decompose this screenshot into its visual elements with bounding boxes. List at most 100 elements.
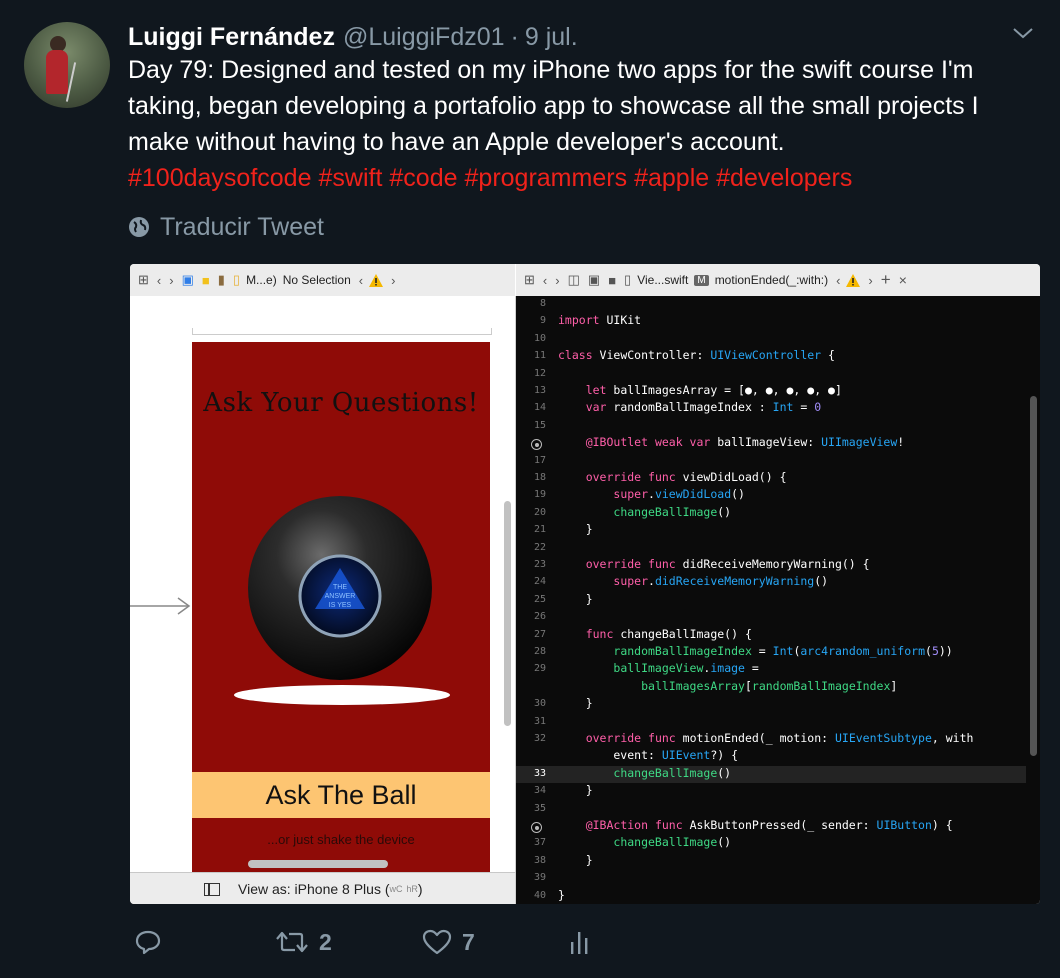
- horizontal-scrollbar[interactable]: [248, 860, 388, 868]
- folder-icon: ■: [608, 272, 617, 288]
- code-line[interactable]: changeBallImage(): [558, 766, 731, 780]
- code-line[interactable]: ballImagesArray[randomBallImageIndex]: [558, 679, 897, 693]
- retweet-button[interactable]: 2: [275, 922, 332, 962]
- line-number: 38: [533, 854, 546, 866]
- code-line[interactable]: }: [558, 783, 593, 797]
- ask-the-ball-button[interactable]: Ask The Ball: [192, 772, 490, 818]
- code-line[interactable]: @IBOutlet weak var ballImageView: UIImag…: [558, 435, 905, 449]
- prev-issue-icon[interactable]: ‹: [836, 273, 840, 288]
- code-line[interactable]: let ballImagesArray = [●, ●, ●, ●, ●]: [558, 383, 842, 397]
- hashtag[interactable]: #code: [389, 164, 457, 192]
- code-line[interactable]: override func viewDidLoad() {: [558, 470, 787, 484]
- back-icon[interactable]: ‹: [157, 273, 161, 288]
- avatar[interactable]: [24, 22, 110, 108]
- code-line[interactable]: override func motionEnded(_ motion: UIEv…: [558, 731, 974, 745]
- reply-button[interactable]: [134, 922, 162, 962]
- line-number: 29: [533, 663, 546, 675]
- line-number: 32: [533, 733, 546, 744]
- app-title-label[interactable]: Ask Your Questions!: [192, 388, 490, 418]
- grid-icon[interactable]: ⊞: [524, 272, 535, 288]
- chevron-down-icon[interactable]: [1012, 26, 1034, 40]
- code-line[interactable]: }: [558, 696, 593, 710]
- line-number: 17: [533, 454, 546, 466]
- code-line[interactable]: class ViewController: UIViewController {: [558, 348, 835, 362]
- line-number: 26: [533, 611, 546, 623]
- code-line[interactable]: import UIKit: [558, 313, 641, 327]
- code-line[interactable]: @IBAction func AskButtonPressed(_ sender…: [558, 818, 953, 832]
- connection-circle-icon[interactable]: [531, 439, 542, 451]
- tweet-date[interactable]: 9 jul.: [525, 23, 578, 52]
- line-number: 12: [533, 367, 546, 379]
- code-line[interactable]: }: [558, 592, 593, 606]
- tweet-text: Day 79: Designed and tested on my iPhone…: [128, 56, 979, 156]
- back-icon[interactable]: ‹: [543, 273, 547, 288]
- add-editor-icon[interactable]: +: [881, 270, 891, 290]
- tweet-media-image[interactable]: ⊞ ‹ › ▣ ■ ▮ ▯ M...e) No Selection ‹ › ⊞ …: [130, 264, 1040, 904]
- line-number: 39: [533, 872, 546, 884]
- line-number: 25: [533, 593, 546, 605]
- next-issue-icon[interactable]: ›: [391, 273, 395, 288]
- hashtag-list: #100daysofcode #swift #code #programmers #ap…: [128, 160, 859, 196]
- code-line[interactable]: randomBallImageIndex = Int(arc4random_un…: [558, 644, 952, 658]
- forward-icon[interactable]: ›: [169, 273, 173, 288]
- code-line[interactable]: super.didReceiveMemoryWarning(): [558, 574, 828, 588]
- editor-scrollbar[interactable]: [1030, 396, 1037, 756]
- code-line[interactable]: changeBallImage(): [558, 505, 731, 519]
- code-line[interactable]: }: [558, 888, 565, 902]
- storyboard-canvas[interactable]: Ask Your Questions! THE ANSWER IS YES As…: [130, 296, 516, 872]
- shake-hint-label: ...or just shake the device: [267, 832, 415, 847]
- view-as-label[interactable]: View as: iPhone 8 Plus (: [238, 881, 390, 897]
- line-number: 22: [533, 541, 546, 553]
- entry-point-arrow-icon: [130, 597, 191, 615]
- line-number: 9: [539, 315, 546, 327]
- line-number: 34: [533, 785, 546, 797]
- warning-icon[interactable]: [846, 273, 861, 287]
- next-issue-icon[interactable]: ›: [868, 273, 872, 288]
- breadcrumb-method[interactable]: motionEnded(_:with:): [715, 273, 828, 287]
- code-line[interactable]: super.viewDidLoad(): [558, 487, 745, 501]
- hashtag[interactable]: #developers: [716, 164, 852, 192]
- code-editor[interactable]: 8 9 import UIKit 10 11 class ViewController: …: [516, 296, 1040, 904]
- breadcrumb-scene[interactable]: M...e): [246, 273, 277, 287]
- grid-icon[interactable]: ⊞: [138, 272, 149, 288]
- heart-icon: [422, 929, 452, 955]
- code-line[interactable]: }: [558, 522, 593, 536]
- line-number: 33: [533, 767, 546, 779]
- translate-tweet-link[interactable]: Traducir Tweet: [128, 210, 324, 244]
- line-number: 10: [533, 332, 546, 344]
- forward-icon[interactable]: ›: [555, 273, 559, 288]
- connection-circle-icon[interactable]: [531, 822, 542, 833]
- swift-file-icon: ▯: [624, 272, 632, 287]
- code-line[interactable]: event: UIEvent?) {: [558, 748, 738, 762]
- hashtag[interactable]: #100daysofcode: [128, 164, 311, 192]
- code-line[interactable]: func changeBallImage() {: [558, 627, 752, 641]
- analytics-button[interactable]: [568, 922, 590, 962]
- author-name[interactable]: Luiggi Fernández: [128, 23, 335, 52]
- hashtag[interactable]: #apple: [634, 164, 709, 192]
- code-line[interactable]: ballImageView.image =: [558, 661, 758, 675]
- hashtag[interactable]: #swift: [318, 164, 382, 192]
- warning-icon[interactable]: [369, 273, 384, 287]
- line-number: 18: [533, 472, 546, 483]
- hashtag[interactable]: #programmers: [465, 164, 628, 192]
- file-icon: ▣: [181, 272, 194, 287]
- code-line[interactable]: }: [558, 853, 593, 867]
- sidebar-toggle-icon[interactable]: [204, 882, 220, 896]
- magic-8-ball-image[interactable]: THE ANSWER IS YES: [222, 492, 462, 722]
- breadcrumb-selection[interactable]: No Selection: [283, 273, 351, 287]
- author-handle[interactable]: @LuiggiFdz01: [343, 23, 505, 52]
- code-line[interactable]: var randomBallImageIndex : Int = 0: [558, 400, 821, 414]
- interface-builder-jumpbar: ⊞ ‹ › ▣ ■ ▮ ▯ M...e) No Selection ‹ ›: [130, 264, 515, 297]
- prev-issue-icon[interactable]: ‹: [359, 273, 363, 288]
- code-line[interactable]: override func didReceiveMemoryWarning() …: [558, 557, 870, 571]
- vertical-scrollbar[interactable]: [504, 501, 511, 726]
- split-editor-icon[interactable]: ◫: [568, 272, 580, 288]
- like-button[interactable]: 7: [422, 922, 475, 962]
- code-line[interactable]: changeBallImage(): [558, 835, 731, 849]
- line-number: 11: [533, 350, 546, 362]
- close-icon[interactable]: ×: [899, 272, 907, 288]
- line-number: 40: [533, 889, 546, 901]
- view-controller-scene[interactable]: Ask Your Questions! THE ANSWER IS YES As…: [192, 342, 490, 872]
- storyboard-icon: ▮: [217, 272, 225, 287]
- breadcrumb-file[interactable]: Vie...swift: [637, 273, 688, 287]
